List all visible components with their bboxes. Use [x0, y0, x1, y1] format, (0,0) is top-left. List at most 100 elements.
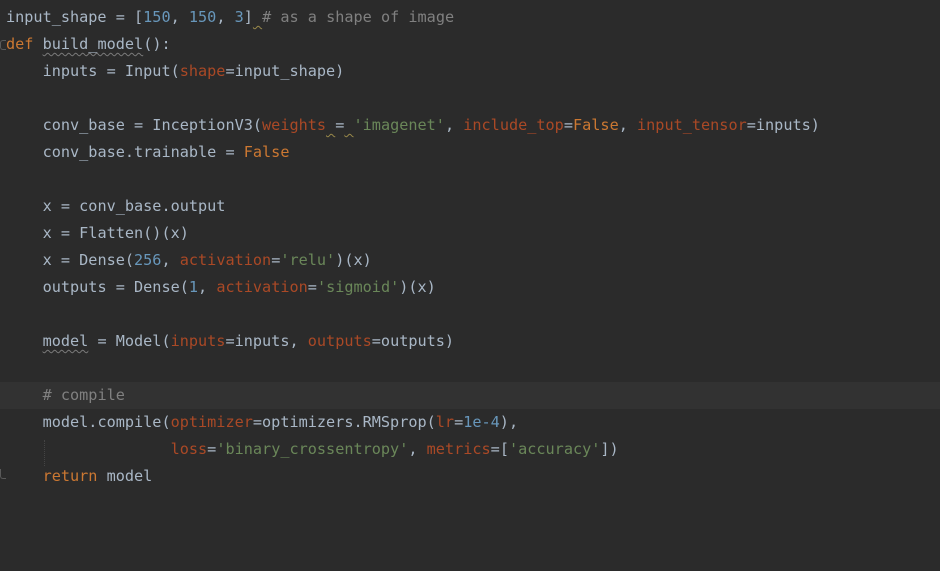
- code-line-16[interactable]: model.compile(optimizer=optimizers.RMSpr…: [0, 409, 940, 436]
- string-literal: 'sigmoid': [316, 278, 400, 296]
- number-literal: 256: [134, 251, 162, 269]
- code-text: x = Flatten()(x): [42, 224, 189, 242]
- code-text: conv_base = InceptionV3(: [42, 116, 263, 134]
- code-text: x = conv_base.output: [42, 197, 226, 215]
- code-line-1[interactable]: input_shape = [150, 150, 3] # as a shape…: [0, 4, 940, 31]
- code-line-17[interactable]: loss='binary_crossentropy', metrics=['ac…: [0, 436, 940, 463]
- code-text: ,: [444, 116, 464, 134]
- parameter-name: activation: [179, 251, 272, 269]
- function-name: build_model: [42, 35, 144, 53]
- code-text: =inputs,: [225, 332, 308, 350]
- code-editor[interactable]: input_shape = [150, 150, 3] # as a shape…: [0, 0, 940, 493]
- parameter-name: activation: [216, 278, 308, 296]
- code-text: =inputs): [746, 116, 820, 134]
- code-text: )(x): [335, 251, 372, 269]
- code-line-15-current[interactable]: # compile: [0, 382, 940, 409]
- string-literal: 'binary_crossentropy': [216, 440, 409, 458]
- code-text: =input_shape): [225, 62, 345, 80]
- code-line-6[interactable]: conv_base.trainable = False: [0, 139, 940, 166]
- code-text: =outputs): [371, 332, 455, 350]
- keyword: False: [573, 116, 619, 134]
- parameter-name: loss: [170, 440, 208, 458]
- code-text: model.compile(: [42, 413, 171, 431]
- code-text: ,: [618, 116, 638, 134]
- code-text: =: [271, 251, 281, 269]
- code-line-12[interactable]: [0, 301, 940, 328]
- code-text: =: [307, 278, 317, 296]
- code-text: inputs = Input(: [42, 62, 180, 80]
- code-line-5[interactable]: conv_base = InceptionV3(weights = 'image…: [0, 112, 940, 139]
- parameter-name: outputs: [307, 332, 372, 350]
- code-text: outputs = Dense(: [42, 278, 189, 296]
- code-line-3[interactable]: inputs = Input(shape=input_shape): [0, 58, 940, 85]
- parameter-name: optimizer: [170, 413, 253, 431]
- code-text: input_shape = [: [6, 8, 144, 26]
- code-text: x = Dense(: [42, 251, 135, 269]
- code-line-11[interactable]: outputs = Dense(1, activation='sigmoid')…: [0, 274, 940, 301]
- parameter-name: lr: [435, 413, 455, 431]
- string-literal: 'relu': [280, 251, 336, 269]
- code-text: ():: [143, 35, 171, 53]
- code-line-2[interactable]: def build_model():: [0, 31, 940, 58]
- string-literal: 'imagenet': [353, 116, 445, 134]
- code-text: model: [97, 467, 153, 485]
- parameter-name: include_top: [463, 116, 564, 134]
- code-text: conv_base.trainable =: [42, 143, 244, 161]
- code-text: ),: [499, 413, 519, 431]
- code-text: ]): [600, 440, 619, 458]
- code-line-10[interactable]: x = Dense(256, activation='relu')(x): [0, 247, 940, 274]
- number-literal: 1: [188, 278, 199, 296]
- parameter-name: shape: [179, 62, 226, 80]
- parameter-name: inputs: [170, 332, 226, 350]
- code-text: model: [42, 332, 89, 350]
- code-text: ,: [216, 8, 235, 26]
- keyword: def: [6, 35, 34, 53]
- code-text: ,: [161, 251, 180, 269]
- code-line-18[interactable]: return model: [0, 463, 940, 490]
- code-line-9[interactable]: x = Flatten()(x): [0, 220, 940, 247]
- number-literal: 3: [234, 8, 244, 26]
- parameter-name: metrics: [426, 440, 491, 458]
- number-literal: 150: [188, 8, 217, 26]
- code-text: =: [335, 116, 345, 134]
- code-text: =[: [490, 440, 509, 458]
- code-comment: # as a shape of image: [262, 8, 455, 26]
- string-literal: 'accuracy': [508, 440, 601, 458]
- parameter-name: weights: [262, 116, 327, 134]
- code-text: =optimizers.RMSprop(: [252, 413, 436, 431]
- code-text: ,: [198, 278, 217, 296]
- keyword: False: [243, 143, 290, 161]
- code-text: =: [454, 413, 464, 431]
- code-text: ,: [170, 8, 189, 26]
- code-text: =: [563, 116, 573, 134]
- code-line-7[interactable]: [0, 166, 940, 193]
- number-literal: 1e-4: [463, 413, 500, 431]
- code-text: = Model(: [88, 332, 171, 350]
- number-literal: 150: [143, 8, 171, 26]
- code-text: )(x): [399, 278, 436, 296]
- code-line-8[interactable]: x = conv_base.output: [0, 193, 940, 220]
- code-line-14[interactable]: [0, 355, 940, 382]
- keyword: return: [42, 467, 98, 485]
- code-comment: # compile: [42, 386, 125, 404]
- code-text: ,: [408, 440, 427, 458]
- code-text: =: [207, 440, 217, 458]
- code-line-13[interactable]: model = Model(inputs=inputs, outputs=out…: [0, 328, 940, 355]
- code-line-4[interactable]: [0, 85, 940, 112]
- code-text: ]: [243, 8, 253, 26]
